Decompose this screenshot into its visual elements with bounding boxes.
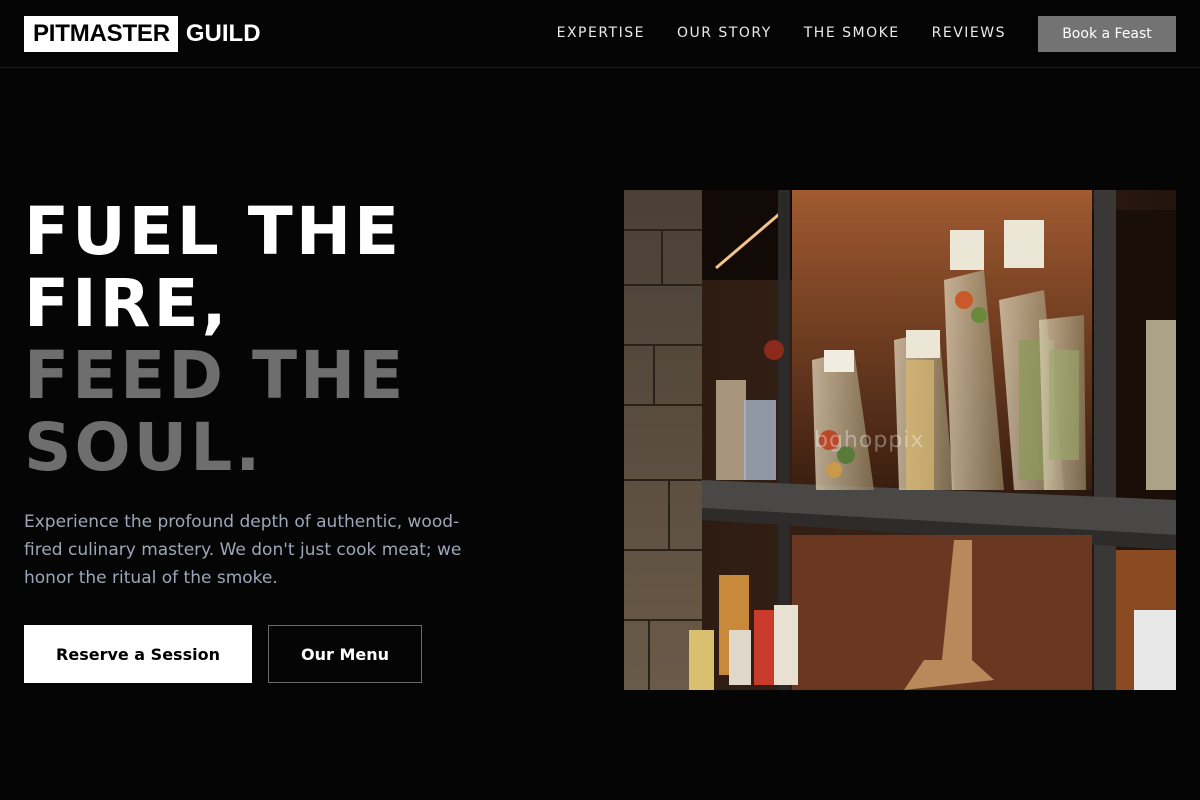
pantry-shelf-illustration — [624, 190, 1176, 690]
nav-link-our-story[interactable]: OUR STORY — [677, 24, 772, 42]
nav-link-expertise[interactable]: EXPERTISE — [557, 24, 645, 42]
hero-subtitle: Experience the profound depth of authent… — [24, 512, 462, 588]
top-navbar: PITMASTER GUILD EXPERTISE OUR STORY THE … — [0, 0, 1200, 68]
logo-box-text: PITMASTER — [24, 16, 178, 52]
hero-title-line-1: FUEL THE — [24, 193, 403, 270]
logo-text: GUILD — [185, 20, 261, 47]
nav-links: EXPERTISE OUR STORY THE SMOKE REVIEWS — [557, 24, 1006, 42]
brand-logo[interactable]: PITMASTER GUILD — [24, 16, 261, 52]
hero-title-line-4: SOUL. — [24, 409, 264, 486]
hero-title-line-3: FEED THE — [24, 337, 407, 414]
nav-link-reviews[interactable]: REVIEWS — [932, 24, 1006, 42]
book-feast-button[interactable]: Book a Feast — [1038, 16, 1176, 52]
reserve-session-button[interactable]: Reserve a Session — [24, 625, 252, 683]
hero-title: FUEL THE FIRE, FEED THE SOUL. — [24, 196, 406, 484]
our-menu-button[interactable]: Our Menu — [268, 625, 422, 683]
nav-link-the-smoke[interactable]: THE SMOKE — [804, 24, 900, 42]
hero-title-line-2: FIRE, — [24, 265, 230, 342]
hero-image: bghoppix — [624, 190, 1176, 690]
